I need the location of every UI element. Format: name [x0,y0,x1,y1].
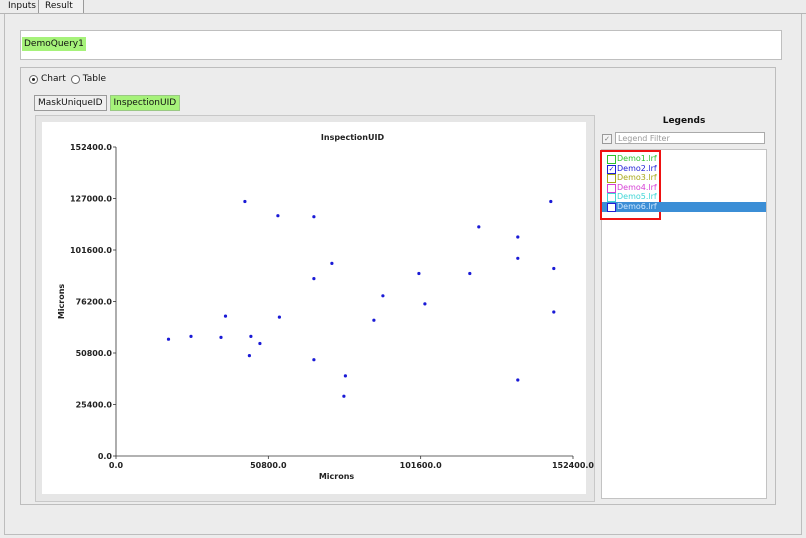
view-mode-selector: Chart Table [29,73,106,85]
legend-filter-row: ✓ Legend Filter [601,132,767,146]
y-tick-label: 76200.0 [76,298,113,307]
data-point [468,271,472,276]
data-point [243,199,247,204]
chart-area: InspectionUID 0.0 25400.0 50800.0 76200.0 101… [35,115,595,502]
legend-item-label: Demo6.lrf [617,201,657,211]
result-panel: Chart Table MaskUniqueID InspectionUID I… [20,67,776,505]
chart-field-buttons: MaskUniqueID InspectionUID [34,95,181,111]
data-point [423,302,427,306]
data-point [516,378,520,382]
y-tick-label: 101600.0 [70,246,112,255]
chart-title: InspectionUID [321,133,385,142]
x-tick-label: 0.0 [109,461,124,470]
x-axis-label: Microns [319,472,355,481]
table-radio-label[interactable]: Table [83,74,106,84]
legend-item-checkbox[interactable] [607,202,616,212]
data-point [330,261,334,265]
x-tick-label: 101600.0 [400,461,442,470]
data-point [477,225,481,229]
chart-radio[interactable] [29,74,38,84]
table-radio[interactable] [70,74,80,84]
x-tick-label: 152400.0 [552,461,594,470]
legend-item-label: Demo3.lrf [617,173,657,182]
legend-item-label: Demo2.lrf [617,163,657,173]
data-point [249,334,253,338]
data-point [343,374,347,378]
data-point [276,214,280,218]
data-point [223,314,228,318]
legend-item-label: Demo1.lrf [617,154,657,163]
mask-unique-id-button[interactable]: MaskUniqueID [34,95,107,111]
data-point [312,358,316,362]
tab-result[interactable]: Result [38,0,84,14]
y-axis-label: Microns [57,284,66,320]
inspection-uid-button[interactable]: InspectionUID [109,95,181,111]
query-list[interactable]: DemoQuery1 [20,30,782,60]
data-point [516,235,520,239]
data-point [372,318,376,322]
chart-background [42,122,586,494]
legend-item-label: Demo5.lrf [617,192,657,201]
data-point [312,277,316,281]
legend-item[interactable]: ✓ Demo2.lrf [602,164,766,174]
scatter-chart: InspectionUID 0.0 25400.0 50800.0 76200.0 101… [42,122,594,494]
y-tick-label: 50800.0 [76,349,113,358]
legend-filter-input[interactable]: Legend Filter [615,132,765,144]
data-point [189,334,193,338]
x-tick-label: 50800.0 [250,461,287,470]
data-point [552,266,556,271]
legend-list[interactable]: Demo1.lrf ✓ Demo2.lrf Demo3.lrf Demo4.lrf Dem… [600,149,767,499]
data-point [552,310,556,314]
data-point [277,315,281,319]
y-tick-label: 0.0 [98,452,113,461]
data-point [247,354,251,358]
y-tick-label: 152400.0 [70,143,112,152]
legend-item[interactable]: Demo4.lrf [602,183,766,193]
y-tick-label: 25400.0 [76,401,113,410]
chart-radio-label[interactable]: Chart [41,74,66,84]
y-tick-label: 127000.0 [70,195,112,204]
data-point [549,199,553,204]
tab-inputs[interactable]: Inputs [2,0,42,13]
data-point [312,215,316,219]
data-point [342,394,346,398]
main-tab-bar: Inputs Result [0,0,806,14]
legend-item[interactable]: Demo3.lrf [602,173,766,183]
data-point [381,294,385,298]
data-point [417,271,421,276]
data-point [166,337,171,341]
data-point [258,341,262,346]
data-point [219,335,223,339]
data-point [516,256,520,260]
legend-item-label: Demo4.lrf [617,182,657,192]
legend-item[interactable]: Demo5.lrf [602,192,766,202]
legend-filter-checkbox[interactable]: ✓ [602,134,612,144]
legend-item[interactable]: Demo6.lrf [602,201,766,212]
legend-item[interactable]: Demo1.lrf [602,154,766,164]
legend-title: Legends [662,116,706,126]
legend-panel: Legends ✓ Legend Filter Demo1.lrf ✓ Demo2.… [600,113,767,501]
query-chip[interactable]: DemoQuery1 [22,37,86,51]
